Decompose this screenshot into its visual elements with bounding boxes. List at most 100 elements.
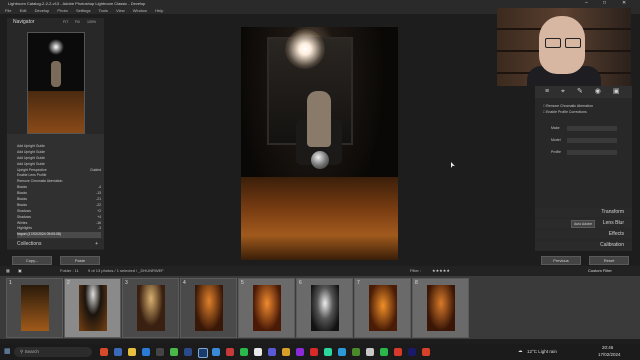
app-icon[interactable]: [268, 348, 276, 356]
previous-button[interactable]: Previous: [541, 256, 581, 265]
filmstrip-thumb[interactable]: 7: [354, 278, 411, 338]
maximize-icon[interactable]: □: [603, 0, 606, 7]
webcam-person-face: [539, 16, 585, 74]
history-panel: Add Upright Guide Add Upright Guide Add …: [7, 134, 104, 246]
app-icon[interactable]: [156, 348, 164, 356]
menu-photo[interactable]: Photo: [57, 8, 67, 13]
profile-field[interactable]: Profile: [551, 150, 561, 154]
enable-profile-checkbox[interactable]: □ Enable Profile Corrections: [543, 110, 587, 114]
history-item-selected[interactable]: Import (17/02/2024 09:05:08): [17, 232, 101, 239]
app-icon[interactable]: [254, 348, 262, 356]
windows-start-icon[interactable]: ▦: [4, 347, 11, 355]
menu-file[interactable]: File: [5, 8, 11, 13]
filmstrip-thumb[interactable]: 8: [412, 278, 469, 338]
zoom-fill[interactable]: Fill: [75, 18, 79, 27]
app-icon[interactable]: [324, 348, 332, 356]
whatsapp-icon[interactable]: [380, 348, 388, 356]
menu-settings[interactable]: Settings: [76, 8, 90, 13]
profile-select[interactable]: [567, 150, 617, 155]
remove-ca-checkbox[interactable]: □ Remove Chromatic Aberration: [543, 104, 593, 108]
app-icon[interactable]: [226, 348, 234, 356]
app-icon[interactable]: [366, 348, 374, 356]
healing-icon[interactable]: ✎: [577, 88, 583, 95]
app-icon[interactable]: [212, 348, 220, 356]
calibration-section[interactable]: Calibration: [535, 241, 632, 250]
app-icon[interactable]: [114, 348, 122, 356]
edit-sliders-icon[interactable]: ≡: [545, 88, 549, 95]
weather-icon[interactable]: ☁: [518, 348, 523, 354]
masking-icon[interactable]: ▣: [613, 88, 620, 95]
folder-label[interactable]: Folder : 11: [60, 266, 79, 276]
app-icon[interactable]: [394, 348, 402, 356]
navigator-label: Navigator: [13, 19, 35, 25]
navigator-header[interactable]: Navigator FIT Fill 100%: [7, 18, 104, 27]
app-icon[interactable]: [100, 348, 108, 356]
filmstrip-thumb-selected[interactable]: 2: [64, 278, 121, 338]
filmstrip: 1 2 3 4 5 6 7 8: [0, 276, 640, 339]
clock-date[interactable]: 17/02/2024: [598, 352, 621, 357]
app-icon[interactable]: [352, 348, 360, 356]
thumb-image: [369, 285, 397, 331]
thumb-image: [79, 285, 107, 331]
thumb-image: [195, 285, 223, 331]
clock-time[interactable]: 20:46: [602, 345, 613, 350]
lightroom-icon[interactable]: [198, 348, 208, 358]
zoom-fit[interactable]: FIT: [63, 18, 68, 27]
make-select[interactable]: [567, 126, 617, 131]
model-select[interactable]: [567, 138, 617, 143]
filmstrip-thumb[interactable]: 5: [238, 278, 295, 338]
app-icon[interactable]: [422, 348, 430, 356]
app-icon[interactable]: [184, 348, 192, 356]
menu-edit[interactable]: Edit: [20, 8, 27, 13]
app-icon[interactable]: [310, 348, 318, 356]
main-photo[interactable]: [241, 27, 398, 260]
grid-view-icon[interactable]: ▦: [6, 266, 10, 276]
app-icon[interactable]: [142, 348, 150, 356]
custom-filter-select[interactable]: Custom Filter: [588, 266, 612, 276]
filmstrip-thumb[interactable]: 6: [296, 278, 353, 338]
copy-button[interactable]: Copy...: [12, 256, 52, 265]
right-panel: ≡ ⌖ ✎ ◉ ▣ □ Remove Chromatic Aberration …: [535, 86, 632, 251]
rating-filter-stars-icon[interactable]: ★★★★★: [432, 266, 450, 276]
close-icon[interactable]: ✕: [622, 0, 626, 7]
weather-text[interactable]: 12°C Light rain: [527, 349, 557, 354]
app-icon[interactable]: [338, 348, 346, 356]
second-window-icon[interactable]: ▣: [18, 266, 22, 276]
reset-button[interactable]: Reset: [589, 256, 629, 265]
search-icon: ⚲: [20, 349, 24, 354]
app-icon[interactable]: [282, 348, 290, 356]
crop-icon[interactable]: ⌖: [561, 88, 565, 95]
transform-section[interactable]: Transform: [535, 208, 632, 217]
navigator-preview[interactable]: [27, 32, 85, 134]
folder-icon[interactable]: [128, 348, 136, 356]
paste-button[interactable]: Paste: [60, 256, 100, 265]
menu-window[interactable]: Window: [133, 8, 147, 13]
make-field[interactable]: Make: [551, 126, 560, 130]
minimize-icon[interactable]: –: [585, 0, 588, 7]
photo-orb: [311, 151, 329, 169]
thumb-image: [253, 285, 281, 331]
app-icon[interactable]: [296, 348, 304, 356]
collections-header[interactable]: Collections +: [7, 239, 104, 249]
filmstrip-thumb[interactable]: 3: [122, 278, 179, 338]
lens-blur-section[interactable]: Auto Adobe Lens Blur: [535, 219, 632, 228]
zoom-100[interactable]: 100%: [87, 18, 96, 27]
filmstrip-thumb[interactable]: 1: [6, 278, 63, 338]
menu-view[interactable]: View: [116, 8, 125, 13]
auto-adobe-button[interactable]: Auto Adobe: [571, 220, 595, 228]
chrome-icon[interactable]: [170, 348, 178, 356]
spotify-icon[interactable]: [240, 348, 248, 356]
model-field[interactable]: Model: [551, 138, 561, 142]
photo-floor: [241, 177, 398, 260]
window-title-bar: Lightroom Catalog-2-2-2-v13 - Adobe Phot…: [0, 0, 640, 7]
menu-tools[interactable]: Tools: [99, 8, 108, 13]
filmstrip-thumb[interactable]: 4: [180, 278, 237, 338]
menu-help[interactable]: Help: [155, 8, 163, 13]
add-collection-icon[interactable]: +: [95, 239, 98, 249]
effects-section[interactable]: Effects: [535, 230, 632, 239]
app-icon[interactable]: [408, 348, 416, 356]
redeye-icon[interactable]: ◉: [595, 88, 601, 95]
left-panel: Navigator FIT Fill 100% Add Upright Guid…: [7, 18, 104, 250]
menu-develop[interactable]: Develop: [35, 8, 50, 13]
taskbar-search[interactable]: ⚲ Search: [14, 347, 92, 357]
